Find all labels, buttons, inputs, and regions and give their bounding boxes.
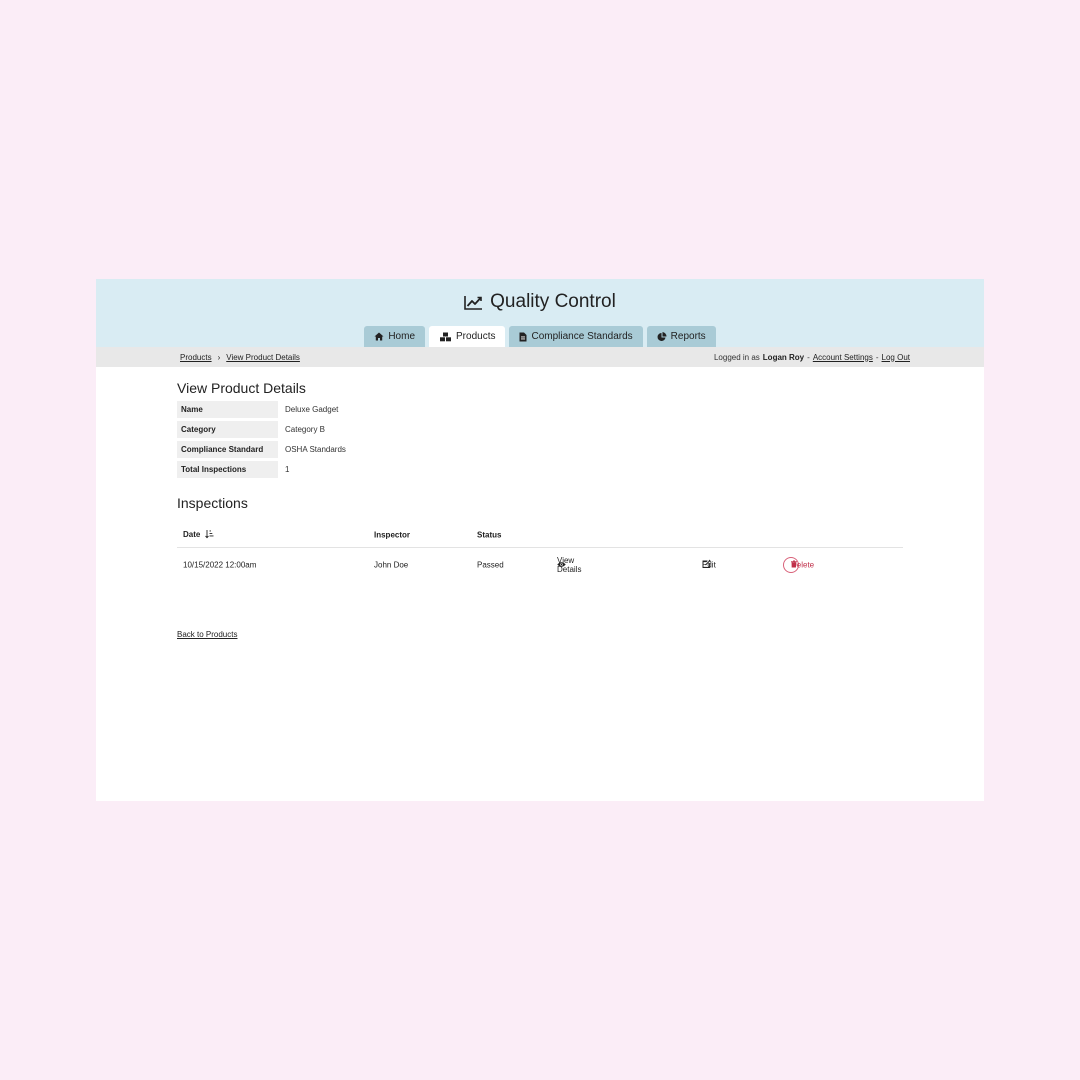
- main-content: View Product Details Name Deluxe Gadget …: [177, 380, 903, 582]
- app-window: Quality Control Home Products Compliance…: [96, 279, 984, 801]
- date-column-label: Date: [183, 530, 201, 540]
- tab-compliance-standards[interactable]: Compliance Standards: [509, 326, 643, 347]
- product-details-table: Name Deluxe Gadget Category Category B C…: [177, 398, 350, 481]
- app-title: Quality Control: [96, 291, 984, 313]
- logged-in-prefix: Logged in as: [713, 352, 760, 362]
- detail-label: Compliance Standard: [177, 441, 278, 458]
- document-icon: [519, 332, 527, 342]
- detail-row: Compliance Standard OSHA Standards: [177, 441, 350, 458]
- breadcrumb: Products › View Product Details: [180, 347, 300, 367]
- inspections-table-header: Date Inspector Status: [177, 523, 903, 548]
- detail-value: 1: [285, 465, 290, 474]
- detail-label: Name: [177, 401, 278, 418]
- tab-reports[interactable]: Reports: [646, 326, 716, 347]
- inspections-heading: Inspections: [177, 495, 248, 511]
- tab-compliance-standards-label: Compliance Standards: [531, 331, 633, 342]
- inspection-inspector: John Doe: [374, 560, 409, 570]
- detail-value: OSHA Standards: [285, 445, 346, 454]
- pie-chart-icon: [657, 331, 667, 342]
- breadcrumb-products-link[interactable]: Products: [180, 353, 212, 362]
- delete-label: Delete: [791, 560, 815, 570]
- table-row: 10/15/2022 12:00am John Doe Passed View …: [177, 548, 903, 582]
- tab-home[interactable]: Home: [364, 326, 426, 347]
- user-name: Logan Roy: [762, 352, 805, 362]
- detail-label: Category: [177, 421, 278, 438]
- logout-link[interactable]: Log Out: [882, 353, 910, 362]
- page-title: View Product Details: [177, 380, 306, 396]
- detail-row: Category Category B: [177, 421, 350, 438]
- app-header: Quality Control Home Products Compliance…: [96, 279, 984, 347]
- inspection-date: 10/15/2022 12:00am: [183, 560, 257, 570]
- inspector-column-header: Inspector: [374, 530, 411, 540]
- inspection-status: Passed: [477, 560, 504, 570]
- detail-value: Category B: [285, 425, 326, 434]
- edit-label: Edit: [702, 560, 716, 570]
- line-chart-icon: [464, 295, 483, 310]
- breadcrumb-current-link[interactable]: View Product Details: [226, 353, 300, 362]
- user-info: Logged in as Logan Roy - Account Setting…: [714, 347, 910, 367]
- detail-row: Name Deluxe Gadget: [177, 401, 350, 418]
- tab-products[interactable]: Products: [429, 326, 506, 347]
- sub-header-bar: Products › View Product Details Logged i…: [96, 347, 984, 367]
- breadcrumb-separator: ›: [217, 352, 221, 362]
- detail-label: Total Inspections: [177, 461, 278, 478]
- user-info-separator: -: [807, 352, 810, 362]
- sort-ascending-icon: [204, 530, 214, 541]
- nav-tabs: Home Products Compliance Standards Repor…: [96, 326, 984, 347]
- detail-row: Total Inspections 1: [177, 461, 350, 478]
- status-column-header: Status: [477, 530, 502, 540]
- tab-home-label: Home: [388, 331, 416, 342]
- delete-button[interactable]: Delete: [783, 557, 814, 573]
- app-title-text: Quality Control: [490, 291, 616, 312]
- tab-products-label: Products: [456, 331, 496, 342]
- account-settings-link[interactable]: Account Settings: [813, 353, 873, 362]
- back-to-products-link[interactable]: Back to Products: [177, 630, 237, 639]
- user-info-separator: -: [875, 352, 879, 362]
- home-icon: [374, 332, 384, 341]
- view-details-label: View Details: [557, 556, 582, 574]
- cubes-icon: [439, 332, 452, 342]
- detail-value: Deluxe Gadget: [285, 405, 339, 414]
- date-column-header[interactable]: Date: [183, 530, 214, 541]
- tab-reports-label: Reports: [670, 331, 706, 342]
